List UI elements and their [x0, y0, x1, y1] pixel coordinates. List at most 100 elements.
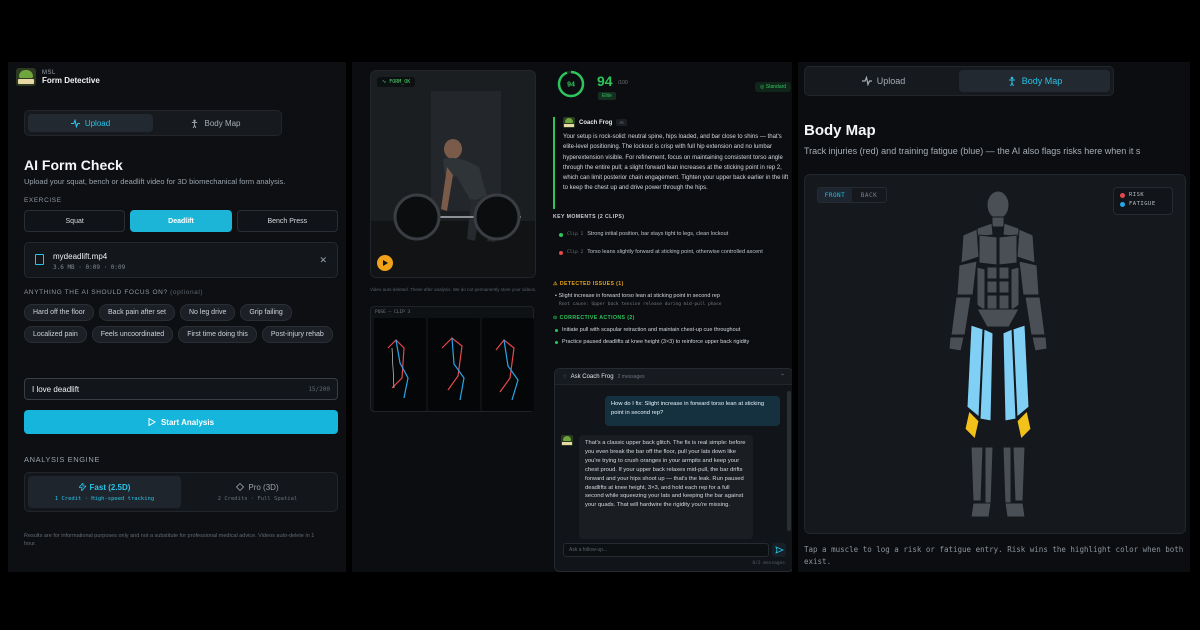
tab-body-map-label: Body Map: [1021, 76, 1063, 86]
action-item: Initiate pull with scapular retraction a…: [555, 327, 740, 333]
exercise-selector: Squat Deadlift Bench Press: [24, 210, 338, 232]
focus-chip[interactable]: Feels uncoordinated: [91, 326, 174, 343]
play-icon: [148, 418, 156, 426]
shin-left: [984, 446, 994, 506]
send-button[interactable]: [772, 543, 786, 557]
bicep-right: [1018, 260, 1040, 296]
start-analysis-button[interactable]: Start Analysis: [24, 410, 338, 434]
activity-icon: [861, 76, 872, 86]
pose-clip-frame[interactable]: [482, 318, 534, 411]
coach-name: Coach Frog: [579, 119, 613, 126]
abs-3: [986, 280, 998, 294]
chat-scrollbar[interactable]: [787, 391, 791, 531]
focus-chip[interactable]: Hard off the floor: [24, 304, 95, 321]
focus-chip[interactable]: No leg drive: [180, 304, 236, 321]
score-max: /100: [618, 80, 628, 86]
back-view-button[interactable]: BACK: [852, 188, 886, 202]
risk-dot-icon: [1120, 192, 1125, 198]
cube-icon: [236, 483, 245, 491]
clips-label: POSE — CLIP 3: [375, 310, 411, 315]
exercise-label: EXERCISE: [24, 197, 62, 204]
person-icon: [1008, 76, 1015, 86]
legend: RISK FATIGUE: [1113, 187, 1173, 215]
coach-avatar: [563, 117, 575, 128]
exercise-bench-button[interactable]: Bench Press: [236, 210, 338, 232]
tab-body-map[interactable]: Body Map: [153, 114, 278, 132]
legend-fatigue-label: FATIGUE: [1129, 201, 1156, 207]
bicep-left: [956, 260, 978, 296]
abs-4: [998, 280, 1010, 294]
upload-panel: MSL Form Detective Upload Body Map AI Fo…: [8, 62, 346, 572]
issues-label: ⚠ DETECTED ISSUES (1): [553, 281, 624, 287]
score-ring: 94: [557, 70, 585, 98]
action-text: Practice paused deadlifts at knee height…: [562, 339, 750, 345]
focus-chip[interactable]: First time doing this: [178, 326, 257, 343]
tab-upload[interactable]: Upload: [28, 114, 153, 132]
focus-input[interactable]: I love deadlift 15/200: [24, 378, 338, 400]
oblique-left: [976, 266, 986, 312]
moment-item[interactable]: Clip 2 Torso leans slightly forward at s…: [559, 248, 789, 258]
bullet-icon: [555, 329, 558, 332]
issue-text-value: Slight increase in forward torso lean at…: [558, 293, 720, 299]
focus-chips: Hard off the floor Back pain after set N…: [24, 304, 340, 343]
deadlift-video-frame: [371, 71, 535, 277]
remove-file-button[interactable]: ✕: [319, 255, 327, 266]
chat-title: Ask Coach Frog: [570, 373, 614, 380]
score-value: 94: [597, 73, 613, 89]
focus-chip[interactable]: Back pain after set: [99, 304, 175, 321]
focus-chip[interactable]: Grip failing: [240, 304, 292, 321]
exercise-deadlift-button[interactable]: Deadlift: [130, 210, 232, 232]
main-nav: Upload Body Map: [804, 66, 1114, 96]
moment-text: Strong initial position, bar stays tight…: [587, 231, 729, 237]
success-dot-icon: [559, 233, 563, 237]
engine-fast-option[interactable]: Fast (2.5D) 1 Credit · High-speed tracki…: [28, 476, 181, 508]
file-meta: 3.6 MB · 0:09 · 0:09: [53, 264, 126, 271]
form-ok-tag: ∿ FORM_OK: [377, 77, 416, 87]
send-icon: [775, 546, 785, 554]
exercise-squat-button[interactable]: Squat: [24, 210, 126, 232]
tab-upload[interactable]: Upload: [808, 70, 959, 92]
legend-risk: RISK: [1120, 192, 1166, 198]
focus-label: ANYTHING THE AI SHOULD FOCUS ON? (option…: [24, 289, 203, 296]
score-ring-value: 94: [567, 82, 575, 89]
focus-chip[interactable]: Localized pain: [24, 326, 87, 343]
skeleton-overlay: [495, 339, 519, 401]
skeleton-overlay: [441, 337, 465, 401]
coach-summary: Coach Frog AI Your setup is rock-solid: …: [553, 117, 790, 209]
brand[interactable]: MSL Form Detective: [16, 68, 100, 86]
file-name: mydeadlift.mp4: [53, 252, 108, 261]
focus-chip[interactable]: Post-injury rehab: [261, 326, 333, 343]
shoulder-right: [1016, 228, 1036, 264]
pose-clip-frame[interactable]: [374, 318, 426, 411]
pose-clip-frame[interactable]: [428, 318, 480, 411]
forearm-left: [950, 296, 972, 336]
moment-item[interactable]: Clip 1 Strong initial position, bar stay…: [559, 230, 789, 240]
char-counter: 15/200: [308, 386, 330, 393]
legend-fatigue: FATIGUE: [1120, 201, 1166, 207]
foot-left: [970, 502, 992, 518]
front-view-button[interactable]: FRONT: [818, 188, 852, 202]
bolt-icon: [78, 483, 86, 491]
bullet-icon: [555, 341, 558, 344]
video-player[interactable]: ∿ FORM_OK: [370, 70, 536, 278]
play-button[interactable]: [377, 255, 393, 271]
abs-5: [986, 294, 998, 310]
collapse-icon[interactable]: ⌃: [780, 373, 785, 380]
brand-title: Form Detective: [42, 75, 100, 85]
moment-clip: Clip 2: [567, 250, 584, 255]
action-text: Initiate pull with scapular retraction a…: [562, 327, 741, 333]
coach-tag: AI: [616, 119, 627, 126]
hand-left: [948, 336, 965, 352]
page-title: AI Form Check: [24, 157, 123, 173]
chat-input[interactable]: Ask a follow-up...: [563, 543, 769, 557]
person-icon: [192, 119, 198, 128]
chat-header[interactable]: ◌ Ask Coach Frog 2 messages ⌃: [555, 369, 792, 385]
chat-footer: 0/2 messages: [752, 561, 785, 566]
body-map-panel: Upload Body Map Body Map Track injuries …: [798, 62, 1190, 572]
tab-body-map[interactable]: Body Map: [959, 70, 1110, 92]
video-tag-text: FORM_OK: [389, 79, 411, 85]
forearm-right: [1024, 296, 1046, 336]
standard-badge: ◎ Standard: [755, 82, 792, 92]
engine-pro-option[interactable]: Pro (3D) 2 Credits · Full Spatial: [181, 476, 334, 508]
chest-right: [998, 234, 1018, 266]
